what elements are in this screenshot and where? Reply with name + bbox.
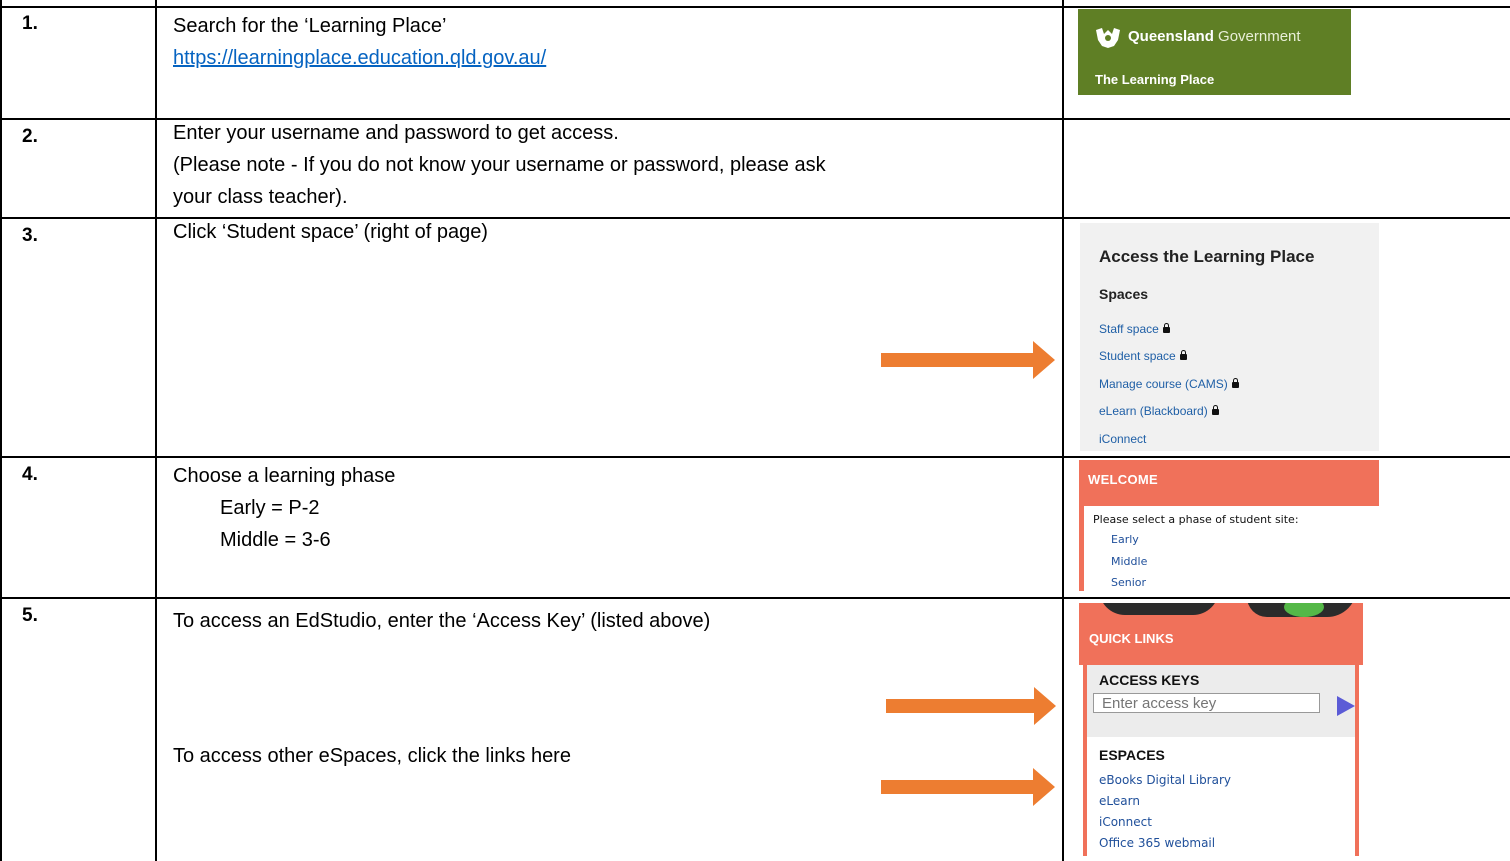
lock-icon — [1179, 350, 1187, 360]
lock-icon — [1211, 405, 1219, 415]
decorative-curve — [1099, 603, 1219, 615]
step-1-line: Search for the ‘Learning Place’ — [173, 15, 447, 37]
step-2-line-3: your class teacher). — [173, 186, 348, 208]
lock-icon — [1231, 378, 1239, 388]
step-3-line: Click ‘Student space’ (right of page) — [173, 221, 488, 243]
lock-icon — [1162, 323, 1170, 333]
access-keys-heading: ACCESS KEYS — [1099, 672, 1200, 688]
espaces-heading: ESPACES — [1099, 747, 1165, 763]
iconnect-label: iConnect — [1099, 432, 1147, 446]
step-4-text: Choose a learning phase Early = P-2 Midd… — [173, 460, 395, 556]
access-panel-title: Access the Learning Place — [1099, 247, 1315, 266]
submit-arrow-icon[interactable] — [1337, 696, 1355, 716]
ebooks-digital-library-link[interactable]: eBooks Digital Library — [1099, 773, 1231, 787]
table-row-divider-4 — [0, 597, 1510, 599]
step-2-line-1: Enter your username and password to get … — [173, 122, 619, 144]
learning-place-subtitle: The Learning Place — [1095, 72, 1215, 87]
step-number-1: 1. — [22, 13, 38, 34]
elearn-blackboard-link[interactable]: eLearn (Blackboard) — [1099, 404, 1219, 418]
phase-early-link[interactable]: Early — [1111, 533, 1139, 546]
phase-senior-link[interactable]: Senior — [1111, 576, 1146, 589]
phase-middle-link[interactable]: Middle — [1111, 555, 1147, 568]
table-row-divider-3 — [0, 456, 1510, 458]
step-5-line-1: To access an EdStudio, enter the ‘Access… — [173, 610, 711, 632]
qld-government-banner: Queensland Government The Learning Place — [1078, 9, 1351, 95]
step-2-text: Enter your username and password to get … — [173, 117, 826, 213]
manage-course-link[interactable]: Manage course (CAMS) — [1099, 377, 1239, 391]
spaces-heading: Spaces — [1099, 286, 1149, 302]
arrow-right-icon — [881, 341, 1055, 379]
access-keys-section: ACCESS KEYS — [1087, 665, 1355, 737]
elearn-link[interactable]: eLearn — [1099, 794, 1140, 808]
manage-course-label: Manage course (CAMS) — [1099, 377, 1228, 391]
step-5-line-2: To access other eSpaces, click the links… — [173, 745, 571, 767]
step-2-line-2: (Please note - If you do not know your u… — [173, 154, 826, 176]
step-4-line-1: Choose a learning phase — [173, 465, 396, 487]
quick-links-heading: QUICK LINKS — [1089, 631, 1174, 646]
qld-crest-logo-icon — [1096, 28, 1120, 48]
qld-government-wordmark: Queensland Government — [1128, 28, 1301, 45]
iconnect-link[interactable]: iConnect — [1099, 432, 1146, 446]
table-top-border — [0, 6, 1510, 8]
step-5-text-a: To access an EdStudio, enter the ‘Access… — [173, 605, 710, 637]
iconnect-quick-link[interactable]: iConnect — [1099, 815, 1152, 829]
step-number-2: 2. — [22, 126, 38, 147]
staff-space-link[interactable]: Staff space — [1099, 322, 1170, 336]
table-left-border — [0, 0, 2, 861]
welcome-heading: WELCOME — [1088, 472, 1158, 487]
office-365-webmail-link[interactable]: Office 365 webmail — [1099, 836, 1215, 850]
access-learning-place-panel: Access the Learning Place Spaces Staff s… — [1080, 223, 1379, 451]
qld-brand-rest: Government — [1213, 28, 1301, 45]
welcome-side-bar — [1079, 506, 1084, 591]
step-1-text: Search for the ‘Learning Place’ https://… — [173, 10, 546, 74]
step-number-3: 3. — [22, 225, 38, 246]
learning-place-link[interactable]: https://learningplace.education.qld.gov.… — [173, 42, 546, 74]
step-3-text: Click ‘Student space’ (right of page) — [173, 216, 488, 248]
student-space-link[interactable]: Student space — [1099, 349, 1187, 363]
welcome-panel: WELCOME Please select a phase of student… — [1079, 460, 1379, 591]
table-col-divider-2 — [1062, 0, 1064, 861]
table-col-divider-1 — [155, 0, 157, 861]
step-5-text-b: To access other eSpaces, click the links… — [173, 740, 571, 772]
quick-links-body: ACCESS KEYS ESPACES eBooks Digital Libra… — [1083, 665, 1359, 856]
phase-select-prompt: Please select a phase of student site: — [1093, 513, 1299, 526]
student-space-label: Student space — [1099, 349, 1176, 363]
staff-space-label: Staff space — [1099, 322, 1159, 336]
step-number-5: 5. — [22, 605, 38, 626]
quick-links-panel: QUICK LINKS ACCESS KEYS ESPACES eBooks D… — [1079, 603, 1363, 856]
step-4-line-3: Middle = 3-6 — [220, 529, 331, 551]
step-4-line-2: Early = P-2 — [220, 497, 320, 519]
elearn-blackboard-label: eLearn (Blackboard) — [1099, 404, 1208, 418]
qld-brand-bold: Queensland — [1128, 28, 1214, 45]
arrow-right-icon — [881, 768, 1055, 806]
access-key-input[interactable] — [1093, 693, 1320, 713]
arrow-right-icon — [886, 687, 1056, 725]
step-number-4: 4. — [22, 464, 38, 485]
